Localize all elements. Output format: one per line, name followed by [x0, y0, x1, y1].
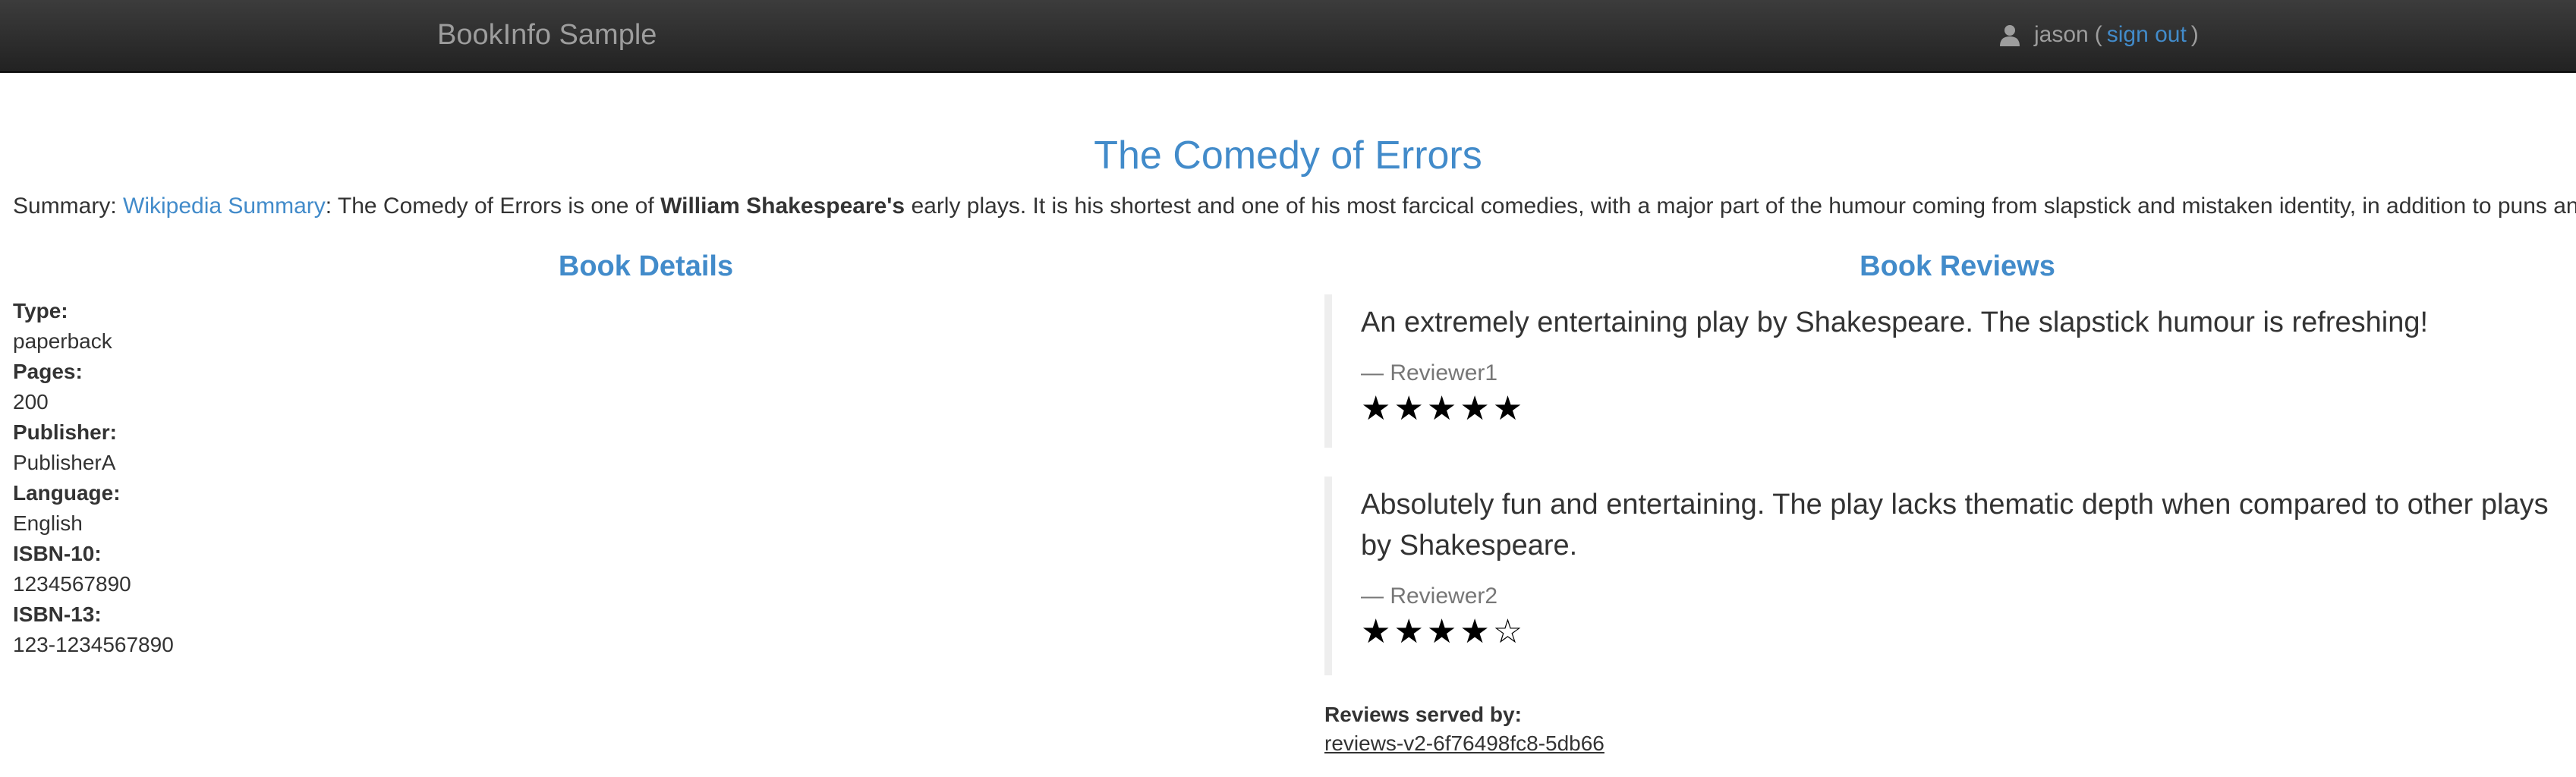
brand-title[interactable]: BookInfo Sample: [437, 17, 657, 53]
navbar: BookInfo Sample jason ( sign out ): [0, 0, 2576, 73]
star-rating: ★★★★★: [1361, 390, 1526, 427]
summary-prefix: Summary:: [13, 193, 124, 219]
book-details-list: Type: paperback Pages: 200 Publisher: Pu…: [13, 296, 696, 660]
detail-value: English: [13, 511, 83, 535]
book-reviews-heading: Book Reviews: [1860, 250, 2055, 282]
username: jason: [2034, 22, 2089, 47]
summary-text-2: early plays. It is his shortest and one …: [905, 193, 2576, 219]
detail-label: Pages:: [13, 360, 83, 383]
review-text: An extremely entertaining play by Shakes…: [1361, 307, 2429, 338]
review-card: An extremely entertaining play by Shakes…: [1324, 294, 2554, 448]
review-card: Absolutely fun and entertaining. The pla…: [1324, 477, 2554, 675]
wikipedia-summary-link[interactable]: Wikipedia Summary: [123, 193, 326, 219]
reviews-served-by-value: reviews-v2-6f76498fc8-5db66: [1324, 731, 1604, 755]
summary-author: William Shakespeare's: [660, 193, 905, 219]
detail-label: ISBN-13:: [13, 602, 102, 626]
detail-value: 1234567890: [13, 572, 131, 596]
reviewer-name: — Reviewer2: [1361, 584, 1498, 609]
paren-close: ): [2190, 22, 2199, 47]
user-area: jason ( sign out ): [1999, 18, 2199, 52]
review-text: Absolutely fun and entertaining. The pla…: [1361, 489, 2549, 562]
summary-text-1: : The Comedy of Errors is one of: [325, 193, 661, 219]
book-title: The Comedy of Errors: [1094, 134, 1482, 178]
detail-value: PublisherA: [13, 451, 116, 474]
book-summary: Summary: Wikipedia Summary: The Comedy o…: [13, 190, 2576, 222]
reviewer-name: — Reviewer1: [1361, 360, 1498, 385]
detail-label: Language:: [13, 481, 121, 505]
detail-value: 200: [13, 390, 49, 414]
detail-label: Type:: [13, 299, 68, 322]
user-icon: [2000, 25, 2020, 46]
book-details-heading: Book Details: [558, 250, 734, 282]
detail-value: 123-1234567890: [13, 633, 174, 656]
sign-out-link[interactable]: sign out: [2107, 22, 2187, 48]
detail-label: Publisher:: [13, 420, 117, 444]
star-rating: ★★★★☆: [1361, 613, 1526, 650]
detail-value: paperback: [13, 329, 112, 353]
paren-open: (: [2094, 22, 2102, 47]
detail-label: ISBN-10:: [13, 542, 102, 565]
reviews-served-by-label: Reviews served by:: [1324, 703, 1522, 726]
